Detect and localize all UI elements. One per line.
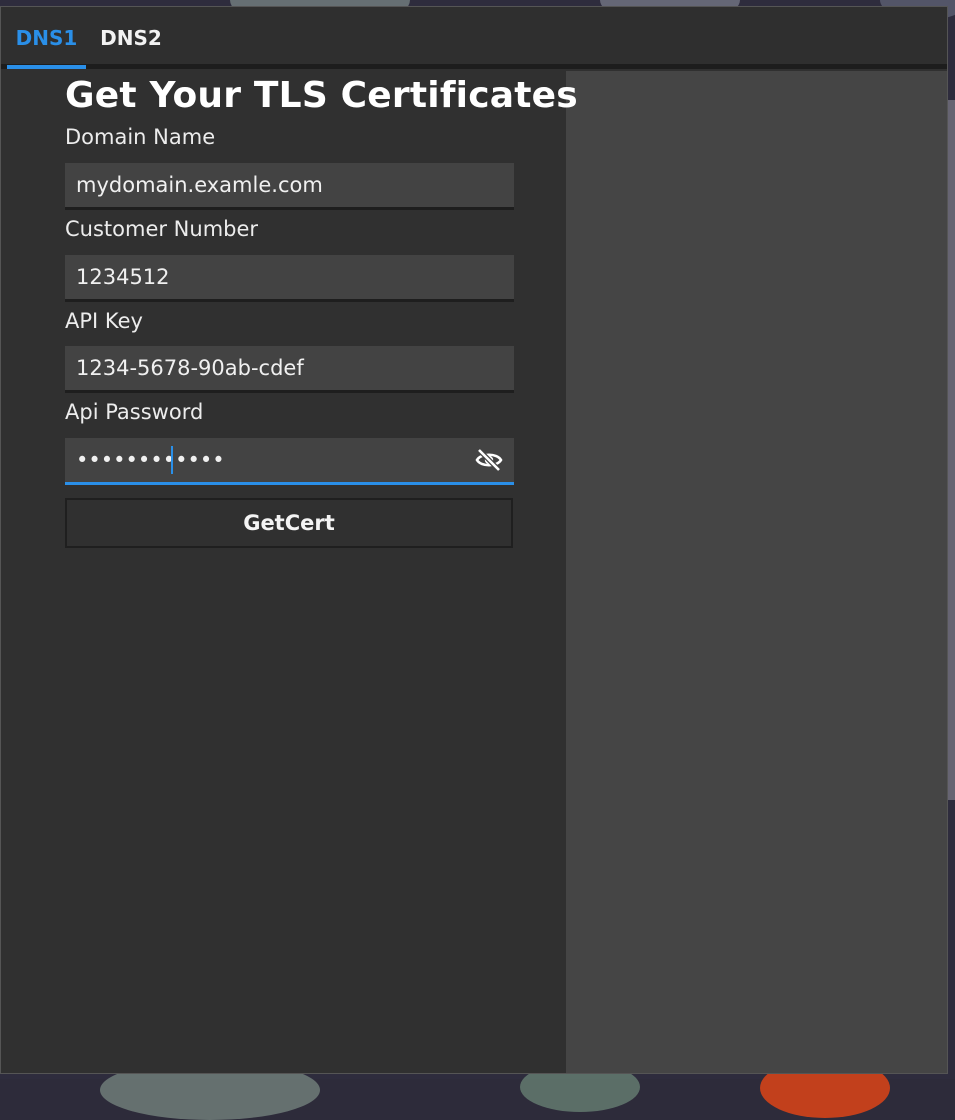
get-cert-button[interactable]: GetCert [65,498,513,548]
tab-dns1[interactable]: DNS1 [7,7,86,69]
page-title: Get Your TLS Certificates [65,75,578,116]
wallpaper-shape [948,100,955,800]
tab-dns2[interactable]: DNS2 [91,7,171,69]
api-password-value: •••••••••••• [76,448,225,472]
api-key-value: 1234-5678-90ab-cdef [76,356,304,380]
api-password-label: Api Password [65,400,204,424]
tab-bar: DNS1 DNS2 [1,7,947,70]
customer-number-field[interactable]: 1234512 [65,255,514,302]
api-key-label: API Key [65,309,143,333]
api-password-field[interactable]: •••••••••••• [65,438,514,485]
customer-number-label: Customer Number [65,217,259,241]
customer-number-value: 1234512 [76,265,170,289]
api-key-field[interactable]: 1234-5678-90ab-cdef [65,346,514,393]
side-panel [566,71,947,1073]
domain-name-field[interactable]: mydomain.examle.com [65,163,514,210]
text-caret [171,446,173,474]
eye-off-icon[interactable] [475,446,503,474]
domain-name-label: Domain Name [65,125,216,149]
domain-name-value: mydomain.examle.com [76,173,323,197]
app-window: DNS1 DNS2 Get Your TLS Certificates Doma… [0,6,948,1074]
